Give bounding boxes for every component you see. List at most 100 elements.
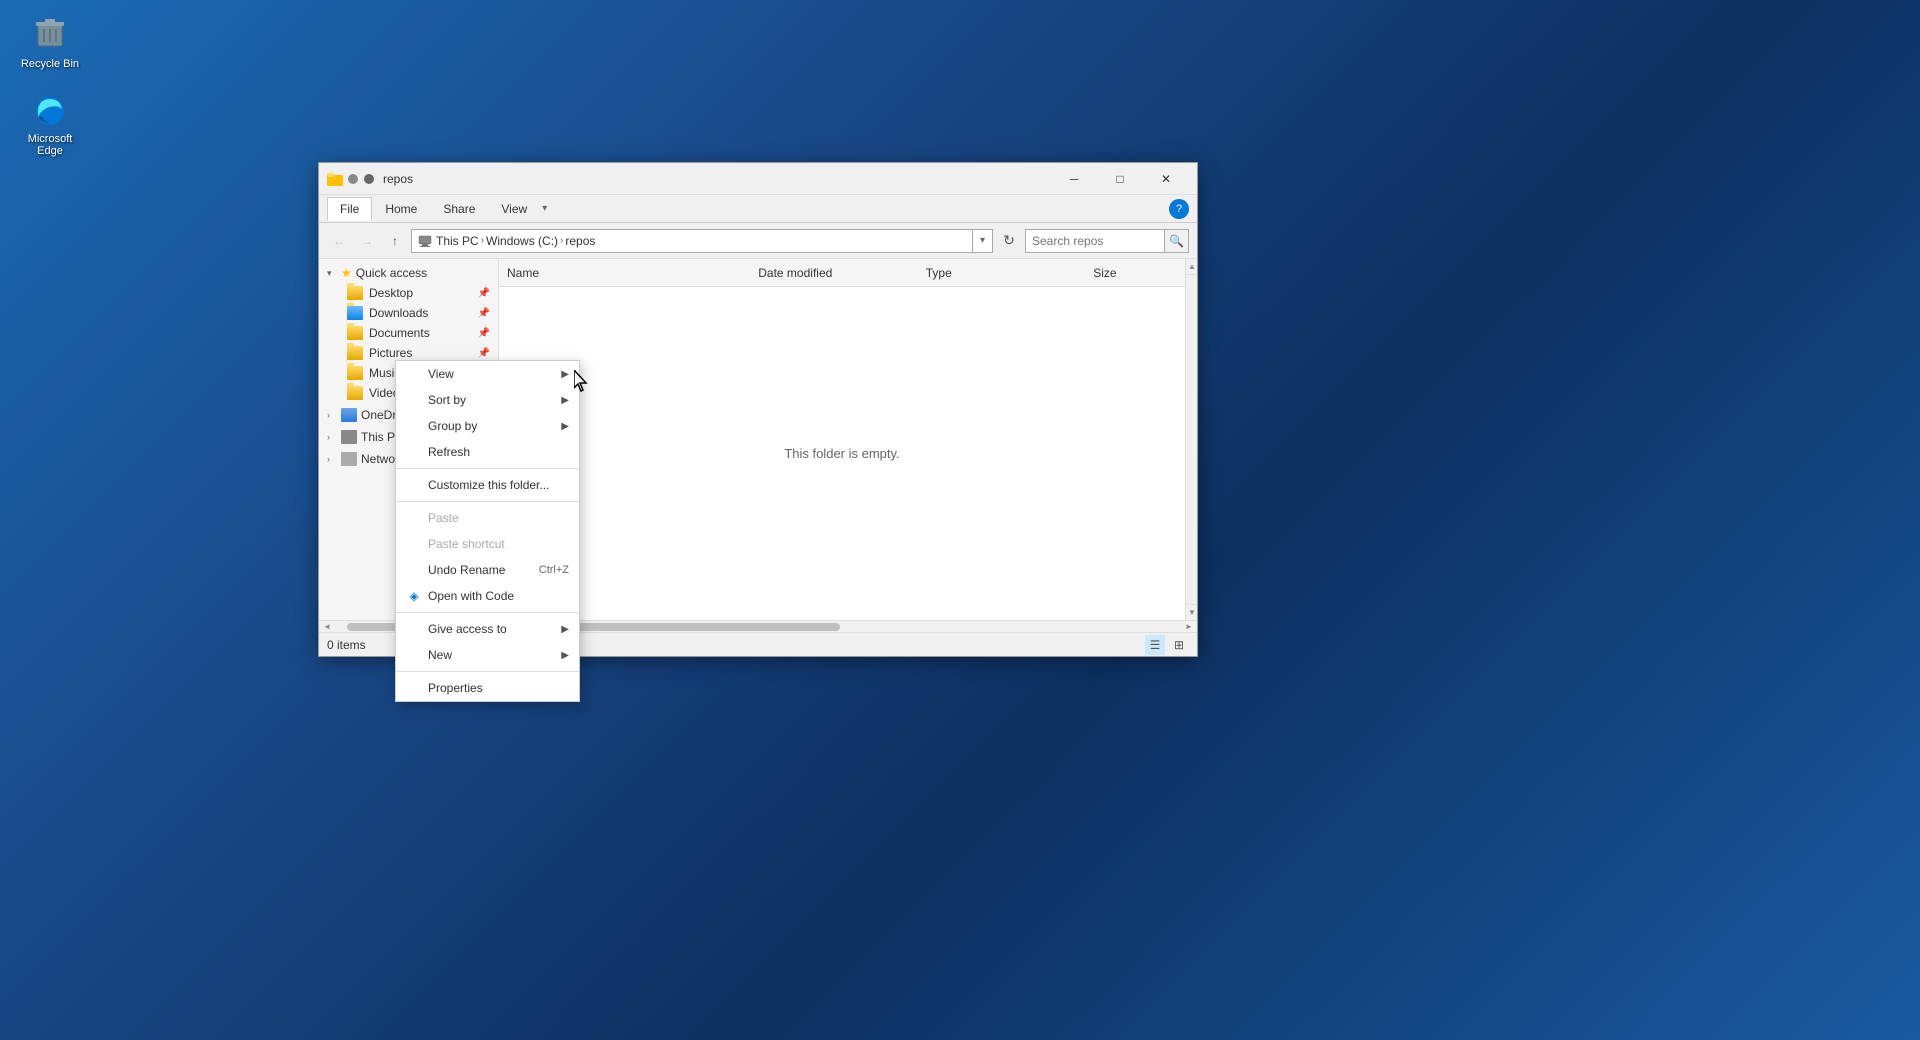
title-bar: repos ─ □ ✕	[319, 163, 1197, 195]
tab-file[interactable]: File	[327, 197, 372, 221]
forward-button[interactable]: →	[355, 229, 379, 253]
undo-rename-shortcut: Ctrl+Z	[539, 564, 569, 576]
sidebar-downloads-label: Downloads	[369, 306, 428, 320]
network-icon	[341, 452, 357, 466]
sortby-submenu-arrow: ▶	[561, 395, 569, 406]
desktop-pin-icon: 📌	[478, 288, 490, 299]
ctx-paste[interactable]: Paste	[396, 505, 579, 531]
ctx-view[interactable]: View ▶	[396, 361, 579, 387]
ctx-new-label: New	[428, 648, 452, 662]
ctx-groupby-label: Group by	[428, 419, 477, 433]
microsoft-edge-desktop-icon[interactable]: Microsoft Edge	[10, 85, 90, 161]
scrollbar-up-arrow[interactable]: ▲	[1186, 259, 1197, 275]
music-folder-icon	[347, 366, 363, 380]
pictures-folder-icon	[347, 346, 363, 360]
downloads-folder-icon	[347, 306, 363, 320]
ribbon-tabs: File Home Share View ▾ ?	[319, 195, 1197, 223]
column-name[interactable]: Name	[507, 266, 758, 280]
details-view-button[interactable]: ☰	[1145, 635, 1165, 655]
ctx-properties[interactable]: Properties	[396, 675, 579, 701]
ctx-paste-shortcut-label: Paste shortcut	[428, 537, 505, 551]
ctx-open-with-code[interactable]: ◈ Open with Code	[396, 583, 579, 609]
scrollbar-down-arrow[interactable]: ▼	[1186, 604, 1197, 620]
sidebar-documents-label: Documents	[369, 326, 430, 340]
ctx-give-access-label: Give access to	[428, 622, 507, 636]
desktop-folder-icon	[347, 286, 363, 300]
groupby-icon	[406, 418, 422, 434]
give-access-icon	[406, 621, 422, 637]
items-count: 0 items	[327, 638, 366, 652]
pictures-pin-icon: 📌	[478, 348, 490, 359]
view-buttons: ☰ ⊞	[1145, 635, 1189, 655]
thispc-chevron: ›	[327, 432, 337, 442]
address-path[interactable]: This PC › Windows (C:) › repos	[411, 229, 973, 253]
ctx-customize-label: Customize this folder...	[428, 478, 549, 492]
ctx-sortby-label: Sort by	[428, 393, 466, 407]
vertical-scrollbar[interactable]: ▲ ▼	[1185, 259, 1197, 620]
thispc-icon	[341, 430, 357, 444]
close-button[interactable]: ✕	[1143, 163, 1189, 195]
path-dropdown[interactable]: ▾	[973, 229, 993, 253]
help-button[interactable]: ?	[1169, 199, 1189, 219]
path-pc: This PC	[436, 234, 479, 248]
quick-access-title-icon	[363, 173, 375, 185]
sidebar-quickaccess-header[interactable]: ▾ ★ Quick access	[319, 263, 498, 283]
properties-icon	[406, 680, 422, 696]
ctx-customize[interactable]: Customize this folder...	[396, 472, 579, 498]
tab-view[interactable]: View	[488, 197, 540, 221]
tab-share[interactable]: Share	[430, 197, 488, 221]
ribbon-chevron[interactable]: ▾	[542, 203, 547, 214]
ctx-refresh[interactable]: Refresh	[396, 439, 579, 465]
paste-icon	[406, 510, 422, 526]
empty-folder-message: This folder is empty.	[499, 287, 1185, 620]
edge-label: Microsoft Edge	[14, 133, 86, 157]
ctx-give-access[interactable]: Give access to ▶	[396, 616, 579, 642]
tiles-view-button[interactable]: ⊞	[1169, 635, 1189, 655]
column-size[interactable]: Size	[1093, 266, 1177, 280]
documents-pin-icon: 📌	[478, 328, 490, 339]
sidebar-desktop-label: Desktop	[369, 286, 413, 300]
undo-rename-icon	[406, 562, 422, 578]
ctx-groupby[interactable]: Group by ▶	[396, 413, 579, 439]
path-drive: Windows (C:)	[486, 234, 558, 248]
refresh-button[interactable]: ↻	[997, 229, 1021, 253]
sidebar-item-documents[interactable]: Documents 📌	[319, 323, 498, 343]
give-access-submenu-arrow: ▶	[561, 624, 569, 635]
groupby-submenu-arrow: ▶	[561, 421, 569, 432]
back-button[interactable]: ←	[327, 229, 351, 253]
pin-icon	[347, 173, 359, 185]
ctx-properties-label: Properties	[428, 681, 483, 695]
scrollbar-left-arrow[interactable]: ◄	[319, 621, 335, 633]
minimize-button[interactable]: ─	[1051, 163, 1097, 195]
recycle-bin-desktop-icon[interactable]: Recycle Bin	[10, 10, 90, 74]
column-date[interactable]: Date modified	[758, 266, 926, 280]
ctx-separator-1	[396, 468, 579, 469]
maximize-button[interactable]: □	[1097, 163, 1143, 195]
ctx-refresh-label: Refresh	[428, 445, 470, 459]
context-menu: View ▶ Sort by ▶ Group by ▶ Refresh Cust…	[395, 360, 580, 702]
ctx-paste-label: Paste	[428, 511, 459, 525]
sidebar-quickaccess-label: Quick access	[356, 266, 427, 280]
sidebar-pictures-label: Pictures	[369, 346, 412, 360]
customize-icon	[406, 477, 422, 493]
ctx-undo-rename[interactable]: Undo Rename Ctrl+Z	[396, 557, 579, 583]
ctx-open-with-code-label: Open with Code	[428, 589, 514, 603]
view-icon	[406, 366, 422, 382]
scrollbar-right-arrow[interactable]: ►	[1181, 621, 1197, 633]
address-bar: ← → ↑ This PC › Windows (C:) › repos ▾ ↻…	[319, 223, 1197, 259]
documents-folder-icon	[347, 326, 363, 340]
search-input[interactable]	[1025, 229, 1165, 253]
ctx-new[interactable]: New ▶	[396, 642, 579, 668]
folder-title-icon	[327, 172, 343, 186]
videos-folder-icon	[347, 386, 363, 400]
sidebar-item-desktop[interactable]: Desktop 📌	[319, 283, 498, 303]
ctx-sortby[interactable]: Sort by ▶	[396, 387, 579, 413]
tab-home[interactable]: Home	[372, 197, 430, 221]
column-headers: Name Date modified Type Size	[499, 259, 1185, 287]
sidebar-item-downloads[interactable]: Downloads 📌	[319, 303, 498, 323]
open-with-code-icon: ◈	[406, 588, 422, 604]
search-button[interactable]: 🔍	[1165, 229, 1189, 253]
column-type[interactable]: Type	[926, 266, 1094, 280]
up-button[interactable]: ↑	[383, 229, 407, 253]
ctx-paste-shortcut[interactable]: Paste shortcut	[396, 531, 579, 557]
